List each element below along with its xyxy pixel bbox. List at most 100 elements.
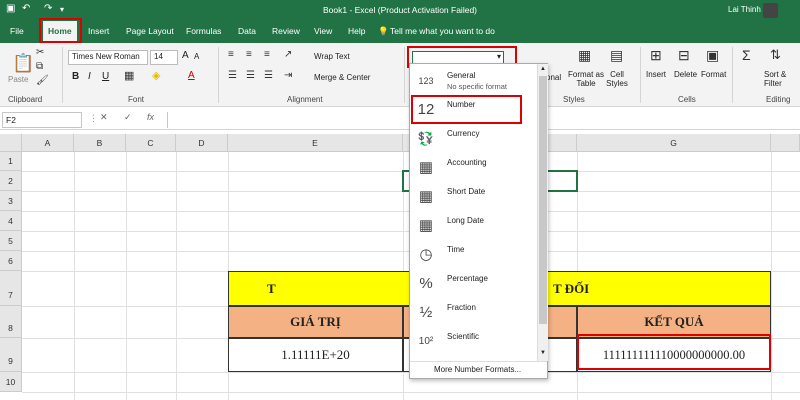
delete-cells-icon[interactable]: ⊟ [678,47,690,64]
row-header-7[interactable]: 7 [0,271,22,306]
scroll-down-icon[interactable]: ▼ [539,350,547,358]
align-center-icon[interactable]: ☰ [246,70,255,81]
align-top-icon[interactable]: ≡ [228,49,234,60]
tell-me-search[interactable]: Tell me what you want to do [390,26,495,36]
merge-center-button[interactable]: Merge & Center [314,73,370,82]
insert-function-icon[interactable]: fx [147,112,154,122]
format-painter-icon[interactable]: 🖌 [36,75,49,86]
row-header-4[interactable]: 4 [0,211,22,231]
separator [640,47,641,103]
column-header-d[interactable]: D [176,134,228,152]
italic-button[interactable]: I [88,71,91,82]
dropdown-scrollbar[interactable]: ▲ ▼ [537,64,548,361]
align-right-icon[interactable]: ☰ [264,70,273,81]
format-general[interactable]: 123 General No specific format [410,67,537,96]
group-editing: Editing [766,95,791,104]
format-long-date[interactable]: ▦ Long Date [410,212,537,241]
column-header-c[interactable]: C [126,134,176,152]
grow-font-button[interactable]: A [182,50,189,61]
align-bottom-icon[interactable]: ≡ [264,49,270,60]
row-header-10[interactable]: 10 [0,372,22,392]
borders-icon[interactable]: ▦ [124,69,134,82]
format-as-table-icon[interactable]: ▦ [578,47,591,64]
name-box[interactable]: F2 [2,112,82,128]
underline-button[interactable]: U [102,71,109,82]
select-all-corner[interactable] [0,134,22,152]
row-header-6[interactable]: 6 [0,251,22,271]
row-header-2[interactable]: 2 [0,171,22,191]
tab-page-layout[interactable]: Page Layout [126,26,174,36]
more-icon: ⋮ [89,113,98,123]
column-header-b[interactable]: B [74,134,126,152]
font-color-button[interactable]: A [188,70,195,81]
fraction-format-icon: ½ [419,304,433,321]
format-time[interactable]: ◷ Time [410,241,537,270]
home-tab-highlight [39,18,82,43]
avatar[interactable] [763,3,778,18]
format-fraction-label: Fraction [447,303,476,312]
bold-button[interactable]: B [72,71,79,82]
cell-styles-icon[interactable]: ▤ [610,47,623,64]
sort-filter-button[interactable]: Sort & Filter [764,70,794,88]
column-header-e[interactable]: E [228,134,403,152]
conditional-formatting-button[interactable]: onal [546,73,561,82]
row-header-8[interactable]: 8 [0,306,22,338]
format-short-date[interactable]: ▦ Short Date [410,183,537,212]
shrink-font-button[interactable]: A [194,52,199,61]
tab-insert[interactable]: Insert [88,26,109,36]
user-name[interactable]: Lai Thinh [728,5,761,14]
row-header-9[interactable]: 9 [0,338,22,372]
insert-cells-icon[interactable]: ⊞ [650,47,662,64]
tab-view[interactable]: View [314,26,332,36]
format-cells-button[interactable]: Format [701,70,726,79]
indent-icon[interactable]: ⇥ [284,70,292,81]
tab-formulas[interactable]: Formulas [186,26,221,36]
format-as-table-button[interactable]: Format as Table [566,70,606,88]
font-size-select[interactable]: 14 [150,50,178,65]
row-header-1[interactable]: 1 [0,152,22,171]
insert-cells-button[interactable]: Insert [646,70,666,79]
format-long-date-label: Long Date [447,216,484,225]
paste-label[interactable]: Paste [8,75,28,84]
copy-icon[interactable]: ⧉ [36,61,43,72]
header-value-cell[interactable]: GIÁ TRỊ [228,306,403,338]
column-header-a[interactable]: A [22,134,74,152]
align-middle-icon[interactable]: ≡ [246,49,252,60]
sort-filter-icon[interactable]: ⇅ [770,47,781,63]
paste-icon[interactable]: 📋 [12,53,34,74]
lightbulb-icon: 💡 [378,26,389,36]
row-header-3[interactable]: 3 [0,191,22,211]
scroll-thumb[interactable] [539,76,547,324]
row-header-5[interactable]: 5 [0,231,22,251]
format-cells-icon[interactable]: ▣ [706,47,719,64]
tab-help[interactable]: Help [348,26,365,36]
format-general-sub: No specific format [447,82,508,91]
cut-icon[interactable]: ✂ [36,47,44,58]
format-accounting[interactable]: ▦ Accounting [410,154,537,183]
enter-icon[interactable]: ✓ [124,112,132,123]
value-cell[interactable]: 1.11111E+20 [228,338,403,372]
format-time-label: Time [447,245,465,254]
tab-data[interactable]: Data [238,26,256,36]
group-styles: Styles [563,95,585,104]
tab-file[interactable]: File [10,26,24,36]
cancel-icon[interactable]: ✕ [100,112,108,123]
format-percentage[interactable]: % Percentage [410,270,537,299]
format-currency[interactable]: 💱 Currency [410,125,537,154]
format-scientific[interactable]: 10² Scientific [410,328,537,357]
align-left-icon[interactable]: ☰ [228,70,237,81]
wrap-text-button[interactable]: Wrap Text [314,52,350,61]
column-header-g[interactable]: G [577,134,771,152]
scroll-up-icon[interactable]: ▲ [539,66,547,74]
autosum-icon[interactable]: Σ [742,47,751,63]
format-fraction[interactable]: ½ Fraction [410,299,537,328]
orientation-icon[interactable]: ↗ [284,49,292,60]
column-header-h[interactable] [771,134,800,152]
fill-color-icon[interactable]: ◈ [152,69,160,82]
tab-review[interactable]: Review [272,26,300,36]
cell-styles-button[interactable]: Cell Styles [604,70,630,88]
ribbon-tabs: File Home Insert Page Layout Formulas Da… [0,21,800,43]
font-name-select[interactable]: Times New Roman [68,50,148,65]
more-number-formats[interactable]: More Number Formats... [434,365,521,374]
delete-cells-button[interactable]: Delete [674,70,697,79]
